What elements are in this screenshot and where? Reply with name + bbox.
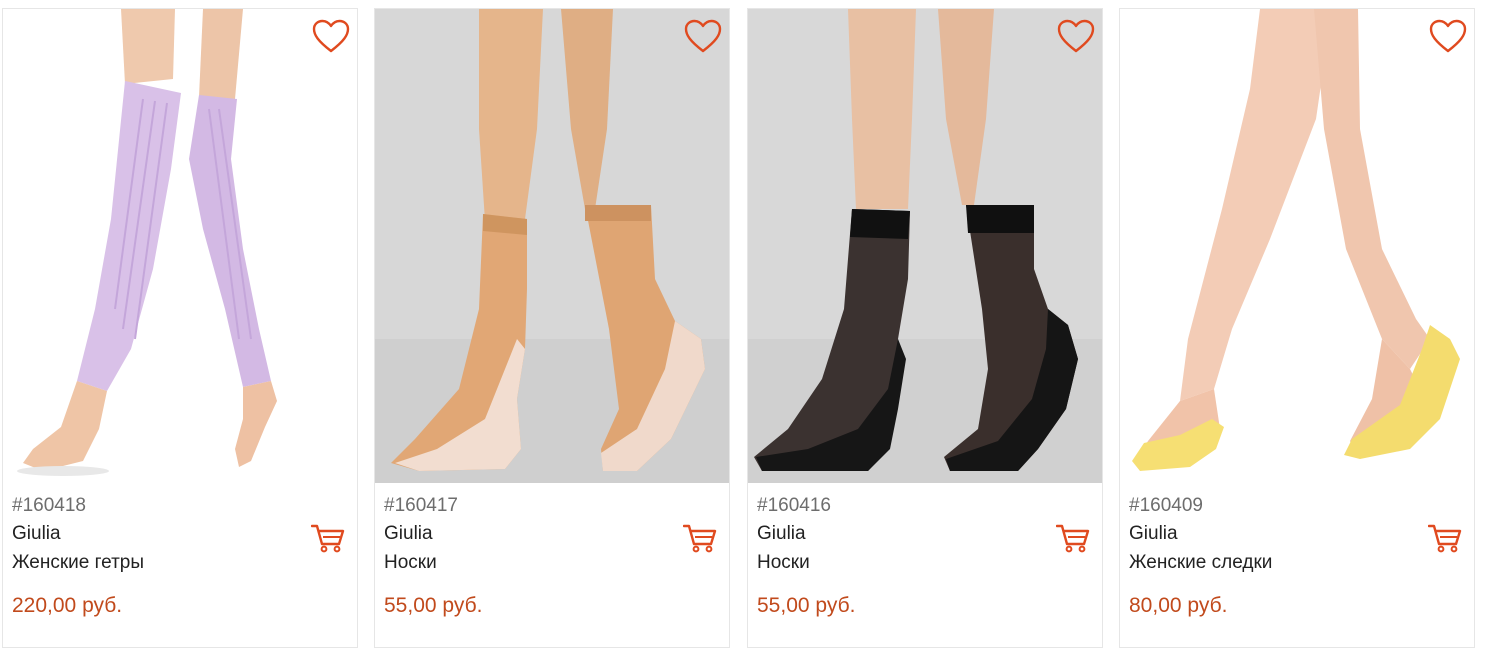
product-price: 55,00 руб. xyxy=(757,594,856,617)
product-sku: #160417 xyxy=(384,495,458,516)
product-price: 80,00 руб. xyxy=(1129,594,1228,617)
add-to-cart-button[interactable] xyxy=(682,521,718,555)
product-name[interactable]: Носки xyxy=(384,552,437,574)
favorite-button[interactable] xyxy=(683,17,723,55)
product-name[interactable]: Женские гетры xyxy=(12,552,144,574)
product-price: 55,00 руб. xyxy=(384,594,483,617)
add-to-cart-button[interactable] xyxy=(310,521,346,555)
product-sku: #160418 xyxy=(12,495,86,516)
heart-outline-icon xyxy=(312,19,350,53)
product-card[interactable]: #160416 Giulia Носки 55,00 руб. xyxy=(747,8,1103,648)
product-card[interactable]: #160418 Giulia Женские гетры 220,00 руб. xyxy=(2,8,358,648)
add-to-cart-button[interactable] xyxy=(1055,521,1091,555)
product-brand[interactable]: Giulia xyxy=(1129,523,1178,545)
heart-outline-icon xyxy=(1429,19,1467,53)
product-name[interactable]: Носки xyxy=(757,552,810,574)
cart-icon xyxy=(1056,524,1090,553)
favorite-button[interactable] xyxy=(311,17,351,55)
product-grid: #160418 Giulia Женские гетры 220,00 руб. xyxy=(0,0,1506,648)
favorite-button[interactable] xyxy=(1056,17,1096,55)
cart-icon xyxy=(1428,524,1462,553)
product-sku: #160409 xyxy=(1129,495,1203,516)
product-image[interactable] xyxy=(1120,9,1474,483)
cart-icon xyxy=(311,524,345,553)
add-to-cart-button[interactable] xyxy=(1427,521,1463,555)
product-card[interactable]: #160409 Giulia Женские следки 80,00 руб. xyxy=(1119,8,1475,648)
cart-icon xyxy=(683,524,717,553)
product-image[interactable] xyxy=(748,9,1102,483)
product-brand[interactable]: Giulia xyxy=(757,523,806,545)
product-brand[interactable]: Giulia xyxy=(12,523,61,545)
heart-outline-icon xyxy=(684,19,722,53)
product-name[interactable]: Женские следки xyxy=(1129,552,1272,574)
product-price: 220,00 руб. xyxy=(12,594,123,617)
product-brand[interactable]: Giulia xyxy=(384,523,433,545)
heart-outline-icon xyxy=(1057,19,1095,53)
product-image[interactable] xyxy=(3,9,357,483)
product-card[interactable]: #160417 Giulia Носки 55,00 руб. xyxy=(374,8,730,648)
favorite-button[interactable] xyxy=(1428,17,1468,55)
product-sku: #160416 xyxy=(757,495,831,516)
product-image[interactable] xyxy=(375,9,729,483)
